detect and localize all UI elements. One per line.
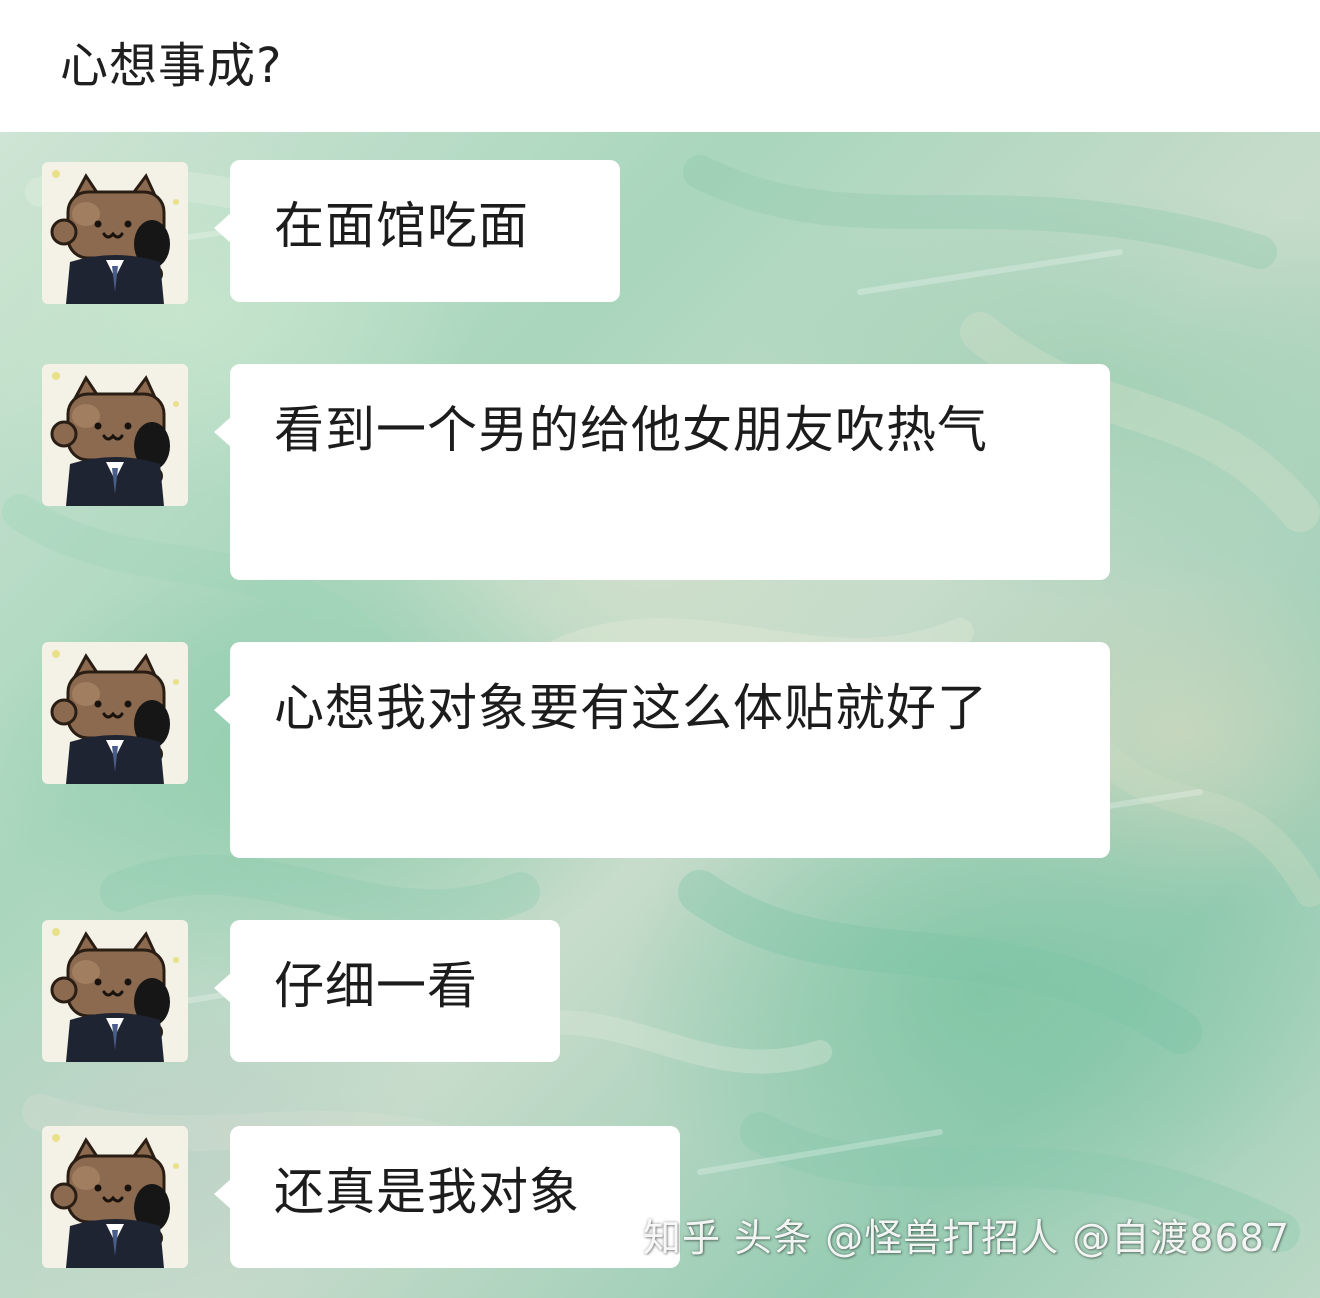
message-text: 看到一个男的给他女朋友吹热气 bbox=[274, 401, 988, 459]
message-text: 仔细一看 bbox=[274, 957, 478, 1015]
message-bubble[interactable]: 心想我对象要有这么体贴就好了 bbox=[214, 642, 1110, 858]
cat-avatar-icon[interactable] bbox=[42, 162, 188, 304]
message-bubble[interactable]: 仔细一看 bbox=[214, 920, 560, 1062]
message-text: 心想我对象要有这么体贴就好了 bbox=[274, 679, 988, 737]
bubble-tail bbox=[214, 1178, 232, 1210]
cat-avatar-icon[interactable] bbox=[42, 642, 188, 784]
cat-avatar-icon[interactable] bbox=[42, 920, 188, 1062]
cat-avatar-icon[interactable] bbox=[42, 1126, 188, 1268]
chat-title-bar: 心想事成? bbox=[0, 0, 1320, 132]
bubble-tail bbox=[214, 212, 232, 244]
cat-avatar-icon[interactable] bbox=[42, 364, 188, 506]
bubble-tail bbox=[214, 694, 232, 726]
bubble-tail bbox=[214, 972, 232, 1004]
chat-message-area[interactable]: 在面馆吃面 看到一个男的给他女朋友吹热气 心想我对象要有这么体贴就好了 仔细一看… bbox=[0, 132, 1320, 1298]
watermark: 知乎 头条 @怪兽打招人 @自渡8687 bbox=[643, 1216, 1290, 1260]
message-bubble[interactable]: 在面馆吃面 bbox=[214, 160, 620, 302]
chat-title: 心想事成? bbox=[60, 38, 283, 94]
bubble-tail bbox=[214, 416, 232, 448]
message-text: 还真是我对象 bbox=[274, 1163, 580, 1221]
message-text: 在面馆吃面 bbox=[274, 197, 529, 255]
message-bubble[interactable]: 还真是我对象 bbox=[214, 1126, 680, 1268]
message-bubble[interactable]: 看到一个男的给他女朋友吹热气 bbox=[214, 364, 1110, 580]
